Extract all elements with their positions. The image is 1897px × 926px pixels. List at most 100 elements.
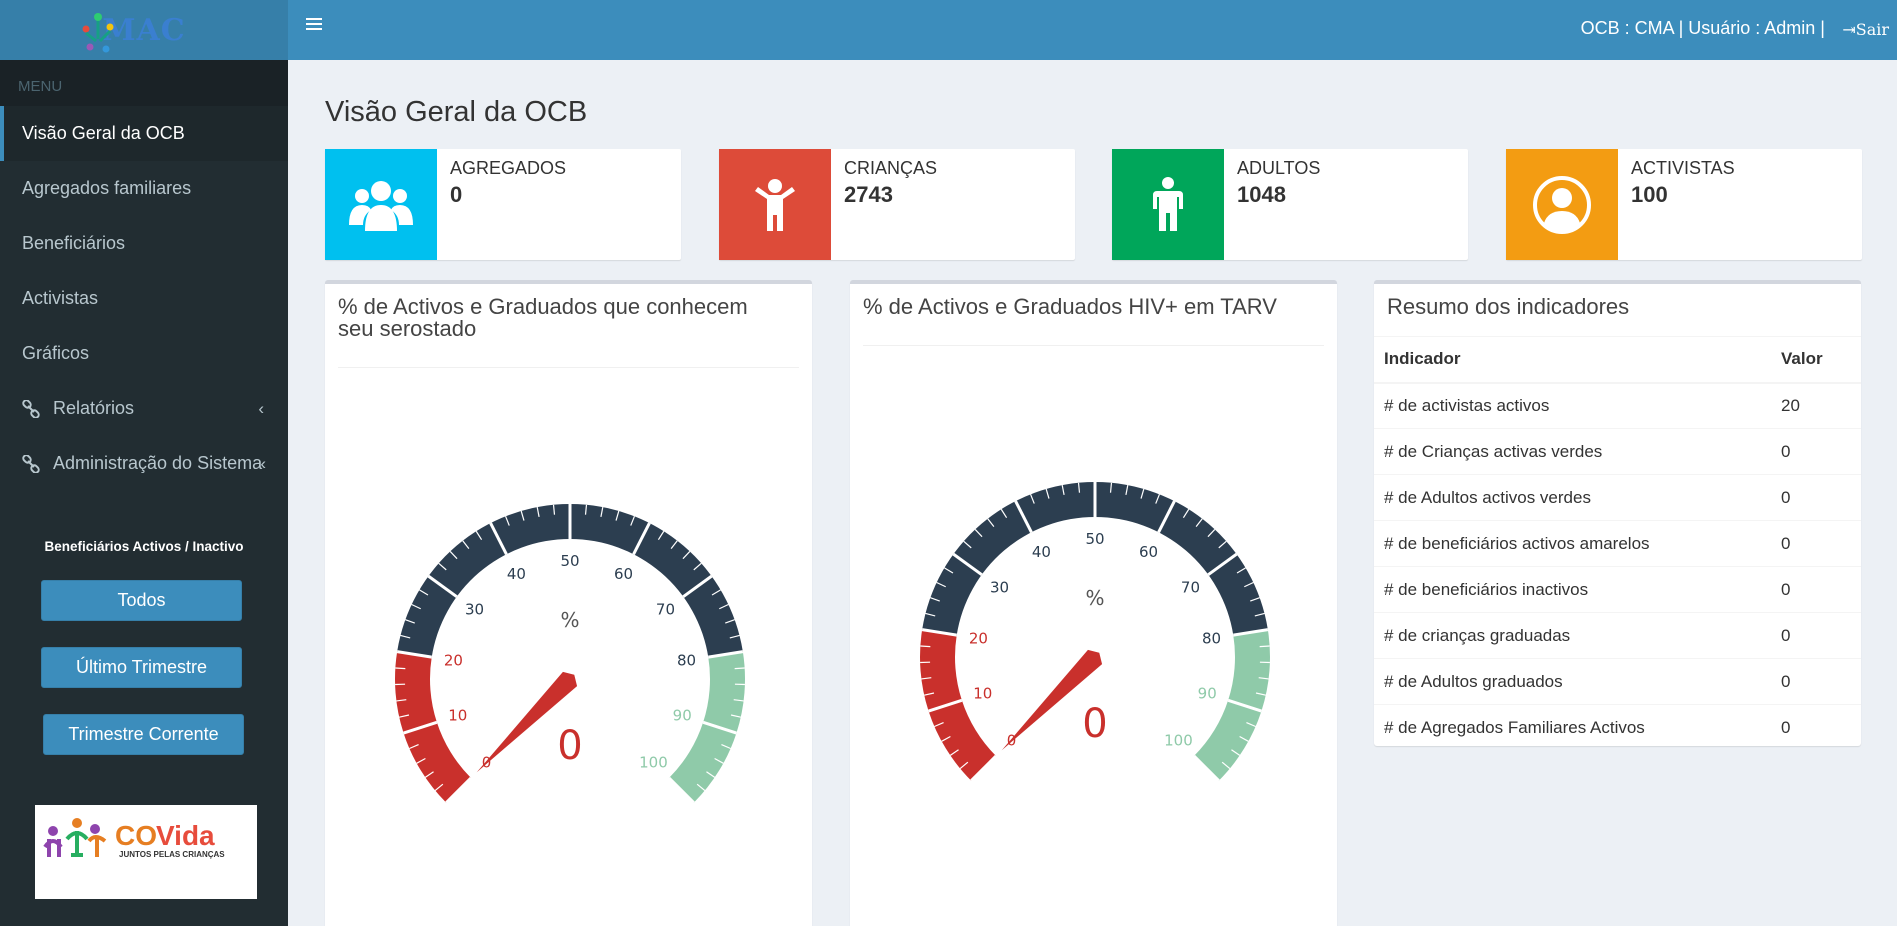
gauge-band [395, 651, 472, 803]
gauge-chart: 0102030405060708090100%0 [395, 503, 745, 804]
gauge-band [668, 651, 745, 803]
logo-text: MAC [82, 12, 185, 52]
gauge-box-serostado: % de Activos e Graduados que conhecem se… [325, 280, 812, 926]
value-cell: 0 [1771, 658, 1861, 705]
logo-figures-icon [82, 12, 114, 52]
gauge-band [920, 629, 997, 781]
box-title: Resumo dos indicadores [1387, 294, 1630, 319]
value-cell: 0 [1771, 566, 1861, 613]
table-row: # de Crianças activas verdes 0 [1374, 428, 1861, 475]
indicators-table: Indicador Valor # de activistas activos 2… [1374, 336, 1861, 751]
sidebar-item-administracao[interactable]: Administração do Sistema ‹ [0, 436, 288, 491]
filter-trimestre-corrente-button[interactable]: Trimestre Corrente [43, 714, 244, 755]
filter-todos-button[interactable]: Todos [41, 580, 242, 621]
info-label: AGREGADOS [450, 158, 567, 178]
gauge-value: 0 [1082, 701, 1107, 747]
users-icon [349, 180, 413, 231]
table-row: # de Agregados Familiares Activos 0 [1374, 704, 1861, 751]
sidebar-item-relatorios[interactable]: Relatórios ‹ [0, 381, 288, 436]
gauge-unit: % [1085, 586, 1104, 610]
gauge-chart: 0102030405060708090100%0 [920, 481, 1270, 782]
covida-name: CO [115, 820, 157, 851]
gauge-tick-label: 30 [990, 579, 1009, 597]
divider [863, 345, 1324, 346]
top-navbar: OCB : CMA | Usuário : Admin | ⇥Sair [288, 0, 1897, 60]
gauge-tick-label: 90 [673, 706, 692, 724]
summary-box: Resumo dos indicadores Indicador Valor #… [1374, 280, 1861, 751]
sign-out-icon: ⇥ [1842, 20, 1856, 39]
gauge-tick-label: 50 [560, 552, 579, 570]
col-header-indicador: Indicador [1374, 336, 1771, 384]
gauge-tick-label: 80 [677, 652, 696, 670]
info-icon-bg [325, 149, 437, 260]
sidebar-item-label: Relatórios [53, 398, 135, 418]
sidebar: MENU Visão Geral da OCB Agregados famili… [0, 60, 288, 926]
gauge-tick-label: 10 [448, 706, 467, 724]
gauge-tick-label: 10 [973, 684, 992, 702]
gauge-tick-label: 20 [969, 630, 988, 648]
table-row: # de activistas activos 20 [1374, 382, 1861, 429]
user-circle-icon [1533, 175, 1591, 234]
indicator-cell: # de beneficiários activos amarelos [1374, 520, 1771, 567]
indicator-cell: # de Adultos graduados [1374, 658, 1771, 705]
gauge-tick-label: 60 [1139, 543, 1158, 561]
user-info: OCB : CMA | Usuário : Admin | [1580, 18, 1825, 38]
gauge-value: 0 [557, 723, 582, 769]
sidebar-item-label: Agregados familiares [22, 178, 192, 198]
value-cell: 0 [1771, 520, 1861, 567]
sidebar-item-agregados[interactable]: Agregados familiares [0, 161, 288, 216]
sidebar-item-graficos[interactable]: Gráficos [0, 326, 288, 381]
filter-ultimo-trimestre-button[interactable]: Último Trimestre [41, 647, 242, 688]
info-label: ADULTOS [1237, 158, 1321, 178]
indicator-cell: # de Adultos activos verdes [1374, 474, 1771, 521]
gauge-band [1193, 629, 1270, 781]
app-logo[interactable]: MAC [0, 0, 288, 60]
link-icon [22, 454, 40, 473]
gauge-tick-label: 40 [507, 565, 526, 583]
indicator-cell: # de Agregados Familiares Activos [1374, 704, 1771, 751]
info-value: 2743 [844, 182, 893, 207]
info-value: 0 [450, 182, 463, 207]
sidebar-toggle-icon[interactable] [306, 18, 322, 32]
gauge-tick-label: 80 [1202, 630, 1221, 648]
sidebar-item-label: Gráficos [22, 343, 90, 363]
info-value: 1048 [1237, 182, 1286, 207]
table-row: # de beneficiários activos amarelos 0 [1374, 520, 1861, 567]
covida-figures-icon: CO Vida JUNTOS PELAS CRIANÇAS [43, 818, 225, 859]
value-cell: 0 [1771, 704, 1861, 751]
sidebar-item-label: Visão Geral da OCB [22, 123, 185, 143]
table-row: # de Adultos activos verdes 0 [1374, 474, 1861, 521]
svg-text:Vida: Vida [156, 820, 215, 851]
gauge-tick-label: 70 [1181, 579, 1200, 597]
gauge-tick-label: 60 [614, 565, 633, 583]
info-icon-bg [719, 149, 831, 260]
sidebar-item-visao-geral[interactable]: Visão Geral da OCB [0, 106, 288, 161]
info-icon-bg [1112, 149, 1224, 260]
sidebar-item-activistas[interactable]: Activistas [0, 271, 288, 326]
gauge-tick-label: 100 [1164, 731, 1193, 749]
link-icon [22, 399, 40, 418]
col-header-valor: Valor [1771, 336, 1861, 384]
info-box-activistas: ACTIVISTAS 100 [1506, 149, 1862, 260]
value-cell: 0 [1771, 612, 1861, 659]
gauge-tick-label: 100 [639, 753, 668, 771]
filter-title: Beneficiários Activos / Inactivo [44, 539, 244, 554]
box-title: % de Activos e Graduados que conhecem se… [338, 294, 748, 341]
table-row: # de crianças graduadas 0 [1374, 612, 1861, 659]
info-box-adultos: ADULTOS 1048 [1112, 149, 1468, 260]
gauge-tick-label: 20 [444, 652, 463, 670]
divider [338, 367, 799, 368]
logout-link[interactable]: ⇥Sair [1842, 20, 1889, 39]
covida-logo: CO Vida JUNTOS PELAS CRIANÇAS [35, 805, 257, 899]
info-label: CRIANÇAS [844, 158, 938, 178]
gauge-minor-tick [395, 667, 406, 670]
box-title: % de Activos e Graduados HIV+ em TARV [863, 294, 1277, 319]
indicator-cell: # de crianças graduadas [1374, 612, 1771, 659]
info-value: 100 [1631, 182, 1668, 207]
child-icon [755, 178, 795, 231]
gauge-unit: % [560, 608, 579, 632]
sidebar-item-beneficiarios[interactable]: Beneficiários [0, 216, 288, 271]
svg-text:JUNTOS PELAS CRIANÇAS: JUNTOS PELAS CRIANÇAS [119, 850, 225, 859]
sidebar-item-label: Activistas [22, 288, 99, 308]
info-box-criancas: CRIANÇAS 2743 [719, 149, 1075, 260]
